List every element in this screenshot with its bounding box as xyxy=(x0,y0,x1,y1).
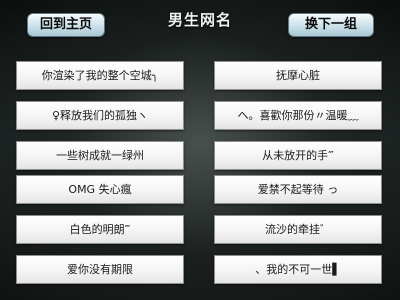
name-item[interactable]: OMG 失心瘋 xyxy=(16,175,184,204)
name-item[interactable]: 你渲染了我的整个空城╮ xyxy=(16,61,184,90)
name-item[interactable]: 白色的明朗‴ xyxy=(16,215,184,244)
screen: 回到主页 男生网名 换下一组 你渲染了我的整个空城╮ 抚摩心脏 ♀释放我们的孤独… xyxy=(0,0,400,300)
name-grid: 你渲染了我的整个空城╮ 抚摩心脏 ♀释放我们的孤独ヽ ヘ。喜歡你那份〃温暖﹏ 一… xyxy=(0,0,400,300)
name-item[interactable]: 抚摩心脏 xyxy=(214,61,382,90)
name-item[interactable]: 爱禁不起等待 っ xyxy=(214,175,382,204)
name-item[interactable]: 爱你没有期限 xyxy=(16,255,184,284)
name-item[interactable]: 、我的不可一世▌ xyxy=(214,255,382,284)
name-item[interactable]: ♀释放我们的孤独ヽ xyxy=(16,101,184,130)
name-item[interactable]: 一些树成就一绿州 xyxy=(16,141,184,170)
name-item[interactable]: 从未放开的手‴ xyxy=(214,141,382,170)
name-item[interactable]: ヘ。喜歡你那份〃温暖﹏ xyxy=(214,101,382,130)
name-item[interactable]: 流沙的牵挂゛ xyxy=(214,215,382,244)
